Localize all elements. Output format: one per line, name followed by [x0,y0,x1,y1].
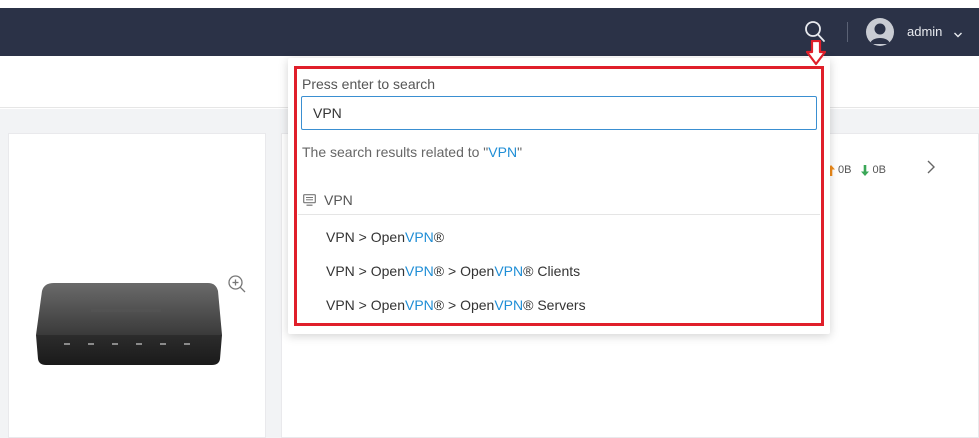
result-text: VPN > Open [326,263,405,279]
result-keyword: VPN [494,263,524,279]
zoom-in-icon[interactable] [227,274,247,294]
upload-value: 0B [838,164,852,176]
result-keyword: VPN [405,229,434,245]
search-input[interactable] [301,96,817,130]
user-avatar-icon[interactable] [866,18,894,46]
caption-prefix: The search results related to " [302,144,489,160]
traffic-indicator: 0B 0B [827,162,893,178]
result-text: ® Clients [523,263,581,279]
result-keyword: VPN [405,297,434,313]
result-text: ® [433,229,445,245]
result-text: ® > Open [433,263,495,279]
result-keyword: VPN [405,263,434,279]
chevron-right-icon[interactable] [925,159,937,175]
search-result-openvpn-clients[interactable]: VPN > OpenVPN® > OpenVPN® Clients [326,262,580,280]
router-device-image [36,279,222,369]
result-text: VPN > Open [326,297,405,313]
top-navigation-bar: admin [0,8,979,56]
caption-keyword: VPN [488,144,518,160]
annotation-arrow-down-icon [805,39,827,66]
upload-traffic: 0B [827,164,851,176]
search-hint: Press enter to search [302,76,436,92]
download-traffic: 0B [861,164,886,176]
result-text: VPN > Open [326,229,405,245]
result-group-divider [298,214,820,215]
search-result-openvpn-servers[interactable]: VPN > OpenVPN® > OpenVPN® Servers [326,296,586,314]
download-value: 0B [872,164,886,176]
result-text: ® > Open [433,297,495,313]
arrow-down-icon [861,164,870,176]
result-group-label: VPN [324,192,353,208]
result-keyword: VPN [494,297,524,313]
username-label[interactable]: admin [907,25,942,39]
result-group-vpn: VPN [303,190,353,210]
chevron-down-icon[interactable] [953,27,963,38]
search-results-caption: The search results related to "VPN" [302,143,522,161]
result-text: ® Servers [523,297,586,313]
topbar-divider [847,22,848,42]
monitor-icon [303,194,316,206]
search-result-openvpn[interactable]: VPN > OpenVPN® [326,228,444,246]
caption-suffix: " [517,144,523,160]
